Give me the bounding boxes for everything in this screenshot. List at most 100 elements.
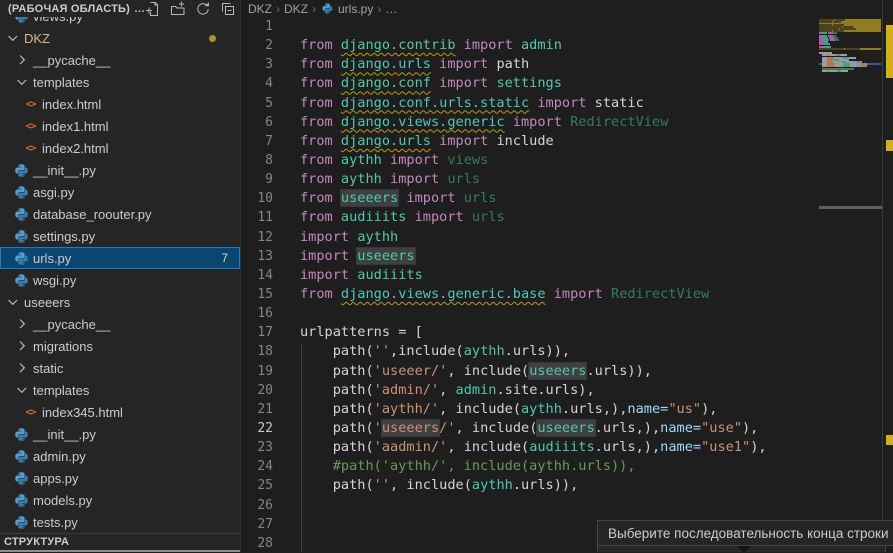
refresh-icon[interactable] (195, 1, 211, 17)
code-line-15[interactable]: 15from django.views.generic.base import … (241, 285, 819, 304)
indent-guide (301, 343, 302, 552)
file-name: apps.py (33, 471, 79, 486)
code-area[interactable]: 12from django.contrib import admin3from … (241, 17, 819, 553)
python-file-icon (13, 449, 30, 464)
python-icon (322, 3, 334, 15)
breadcrumb-item[interactable]: DKZ (248, 2, 272, 16)
tree-item-useeers[interactable]: useeers (0, 291, 240, 313)
chevron-right-icon (13, 338, 30, 354)
tree-item-settings-py[interactable]: settings.py (0, 225, 240, 247)
file-name: admin.py (33, 449, 86, 464)
code-line-10[interactable]: 10from useeers import urls (241, 189, 819, 208)
tree-item--init-py[interactable]: __init__.py (0, 159, 240, 181)
code-line-22[interactable]: 22 path('useeers/', include(useeers.urls… (241, 419, 819, 438)
file-name: index.html (42, 97, 101, 112)
code-line-3[interactable]: 3from django.urls import path (241, 55, 819, 74)
breadcrumb-item[interactable]: urls.py (320, 1, 373, 16)
line-content: from django.conf import settings (300, 74, 562, 93)
file-name: __pycache__ (33, 53, 110, 68)
html-file-icon: <> (22, 99, 39, 110)
code-line-17[interactable]: 17urlpatterns = [ (241, 323, 819, 342)
python-file-icon (13, 251, 30, 266)
file-name: wsgi.py (33, 273, 76, 288)
file-name: database_roouter.py (33, 207, 152, 222)
code-line-5[interactable]: 5from django.conf.urls.static import sta… (241, 94, 819, 113)
tree-item-apps-py[interactable]: apps.py (0, 467, 240, 489)
line-content: import aythh (300, 228, 398, 247)
code-line-23[interactable]: 23 path('aadmin/', include(audiiits.urls… (241, 438, 819, 457)
code-line-12[interactable]: 12import aythh (241, 228, 819, 247)
new-file-icon[interactable] (145, 1, 161, 17)
workspace-title: (РАБОЧАЯ ОБЛАСТЬ) (8, 3, 130, 15)
tree-item-static[interactable]: static (0, 357, 240, 379)
tree-item-index345-html[interactable]: <>index345.html (0, 401, 240, 423)
code-line-19[interactable]: 19 path('useeer/', include(useeers.urls)… (241, 362, 819, 381)
tree-item-dkz[interactable]: DKZ (0, 27, 240, 49)
chevron-right-icon (13, 316, 30, 332)
explorer-section-header[interactable]: (РАБОЧАЯ ОБЛАСТЬ) … (0, 0, 240, 17)
ruler-warning-mark (886, 140, 893, 151)
breadcrumb: DKZ›DKZ›urls.py›… (241, 0, 893, 17)
tree-item-asgi-py[interactable]: asgi.py (0, 181, 240, 203)
tree-item-index2-html[interactable]: <>index2.html (0, 137, 240, 159)
line-number: 21 (241, 400, 273, 419)
outline-section-header[interactable]: СТРУКТУРА (0, 533, 240, 550)
tree-item-admin-py[interactable]: admin.py (0, 445, 240, 467)
code-line-8[interactable]: 8from aythh import views (241, 151, 819, 170)
tree-item-wsgi-py[interactable]: wsgi.py (0, 269, 240, 291)
breadcrumb-item[interactable]: DKZ (284, 2, 308, 16)
tree-item--pycache-[interactable]: __pycache__ (0, 313, 240, 335)
minimap-slider-edge[interactable] (819, 206, 882, 209)
code-line-21[interactable]: 21 path('aythh/', include(aythh.urls,),n… (241, 400, 819, 419)
tree-item-models-py[interactable]: models.py (0, 489, 240, 511)
tree-item-templates[interactable]: templates (0, 71, 240, 93)
code-line-4[interactable]: 4from django.conf import settings (241, 74, 819, 93)
code-line-25[interactable]: 25 path('', include(aythh.urls)), (241, 476, 819, 495)
python-file-icon (13, 493, 30, 508)
line-number: 5 (241, 94, 273, 113)
file-name: __init__.py (33, 427, 96, 442)
tree-item--pycache-[interactable]: __pycache__ (0, 49, 240, 71)
breadcrumb-item[interactable]: … (385, 2, 397, 16)
line-number: 24 (241, 457, 273, 476)
tree-item-database-roouter-py[interactable]: database_roouter.py (0, 203, 240, 225)
file-name: models.py (33, 493, 92, 508)
file-name: DKZ (24, 31, 50, 46)
tree-item-templates[interactable]: templates (0, 379, 240, 401)
ruler-warning-mark (886, 25, 893, 78)
minimap-line (828, 70, 837, 72)
code-line-2[interactable]: 2from django.contrib import admin (241, 36, 819, 55)
html-file-icon: <> (22, 407, 39, 418)
line-content: path('',include(aythh.urls)), (300, 342, 570, 361)
tree-item-index-html[interactable]: <>index.html (0, 93, 240, 115)
code-line-18[interactable]: 18 path('',include(aythh.urls)), (241, 342, 819, 361)
line-number: 7 (241, 132, 273, 151)
code-line-20[interactable]: 20 path('admin/', admin.site.urls), (241, 381, 819, 400)
code-line-7[interactable]: 7from django.urls import include (241, 132, 819, 151)
python-file-icon (13, 185, 30, 200)
code-line-26[interactable]: 26 (241, 496, 819, 515)
tree-item-index1-html[interactable]: <>index1.html (0, 115, 240, 137)
code-line-9[interactable]: 9from aythh import urls (241, 170, 819, 189)
tree-item--init-py[interactable]: __init__.py (0, 423, 240, 445)
file-tree: views.pyDKZ__pycache__templates<>index.h… (0, 5, 240, 533)
tree-item-tests-py[interactable]: tests.py (0, 511, 240, 533)
tree-item-urls-py[interactable]: urls.py7 (0, 247, 240, 269)
code-line-13[interactable]: 13import useeers (241, 247, 819, 266)
line-number: 9 (241, 170, 273, 189)
title-overflow: … (134, 3, 145, 15)
chevron-right-icon (13, 360, 30, 376)
collapse-all-icon[interactable] (220, 1, 236, 17)
line-number: 8 (241, 151, 273, 170)
explorer-sidebar: views.pyDKZ__pycache__templates<>index.h… (0, 0, 240, 552)
code-line-16[interactable]: 16 (241, 304, 819, 323)
code-line-14[interactable]: 14import audiiits (241, 266, 819, 285)
tree-item-migrations[interactable]: migrations (0, 335, 240, 357)
minimap[interactable] (819, 17, 882, 177)
code-line-24[interactable]: 24 #path('aythh/', include(aythh.urls)), (241, 457, 819, 476)
new-folder-icon[interactable] (170, 1, 186, 17)
overview-ruler[interactable] (882, 0, 893, 552)
code-line-11[interactable]: 11from audiiits import urls (241, 208, 819, 227)
code-line-6[interactable]: 6from django.views.generic import Redire… (241, 113, 819, 132)
code-line-1[interactable]: 1 (241, 17, 819, 36)
